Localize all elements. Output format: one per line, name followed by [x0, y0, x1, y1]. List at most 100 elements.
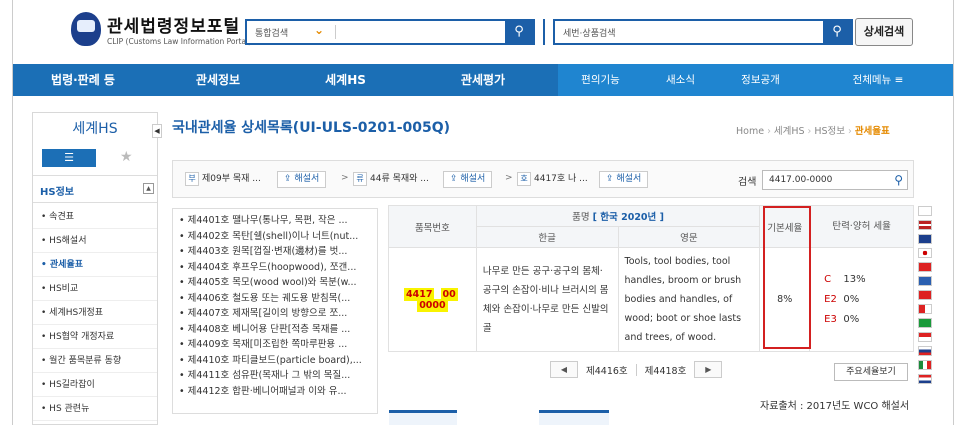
- chevron-left-icon[interactable]: ◀: [152, 124, 162, 138]
- chevron-up-icon[interactable]: ▲: [143, 183, 154, 194]
- source-note: 자료출처 : 2017년도 WCO 해설서: [760, 401, 910, 412]
- chevron-down-icon[interactable]: ⌄: [314, 23, 324, 37]
- part-explain-button[interactable]: ⇪ 해설서: [277, 171, 327, 188]
- list-item[interactable]: • 제4403호 원목[껍질·변재(邊材)를 벗...: [179, 244, 377, 260]
- list-item[interactable]: • 제4410호 파티클보드(particle board),...: [179, 353, 377, 369]
- flag-mexico-icon[interactable]: [918, 360, 932, 370]
- flag-canada-icon[interactable]: [918, 304, 932, 314]
- heading-list: • 제4401호 땔나무(통나무, 목편, 작은 ... • 제4402호 목탄…: [172, 208, 378, 414]
- korean-description: 나무로 만든 공구·공구의 몸체·공구의 손잡이·비나 브러시의 몸체와 손잡이…: [475, 247, 619, 352]
- nav-news[interactable]: 새소식: [643, 64, 718, 96]
- sidebar-item-world-hs-revision[interactable]: • 세계HS개정표: [33, 301, 157, 325]
- next-heading-button[interactable]: ▶: [694, 361, 723, 378]
- list-item[interactable]: • 제4402호 목탄[쉘(shell)이나 너트(nut...: [179, 229, 377, 245]
- detail-search-button[interactable]: 상세검색: [855, 18, 913, 46]
- list-item[interactable]: • 제4409호 목재[미조립한 쪽마루판용 ...: [179, 337, 377, 353]
- country-flags: [918, 206, 932, 388]
- flag-russia-icon[interactable]: [918, 346, 932, 356]
- flag-china-icon[interactable]: [918, 262, 932, 272]
- list-item[interactable]: • 제4401호 땔나무(통나무, 목편, 작은 ...: [179, 213, 377, 229]
- main-nav: 법령·판례 등 관세정보 세계HS 관세평가 편의기능 새소식 정보공개 전체메…: [13, 64, 953, 96]
- heading-explain-button[interactable]: ⇪ 해설서: [599, 171, 649, 188]
- col-english: 영문: [617, 226, 761, 248]
- col-flex-rate: 탄력·양허 세율: [809, 205, 914, 248]
- nav-disclosure[interactable]: 정보공개: [718, 64, 803, 96]
- nav-customs-valuation[interactable]: 관세평가: [408, 64, 558, 96]
- english-description: Tools, tool bodies, tool handles, broom …: [617, 247, 761, 352]
- star-icon[interactable]: ★: [120, 149, 133, 165]
- col-item-no: 품목번호: [388, 205, 477, 248]
- bottom-tabs: [389, 410, 609, 425]
- prev-heading-button[interactable]: ◀: [550, 361, 578, 378]
- table-row[interactable]: 4417 00 0000 나무로 만든 공구·공구의 몸체·공구의 손잡이·비나…: [388, 247, 914, 352]
- sidebar-item-hs-guide[interactable]: • HS길라잡이: [33, 373, 157, 397]
- col-name: 품명 [ 한국 2020년 ]: [475, 205, 761, 227]
- search-icon[interactable]: ⚲: [823, 21, 851, 43]
- list-item[interactable]: • 제4405호 목모(wood wool)와 목분(w...: [179, 275, 377, 291]
- flag-vietnam-icon[interactable]: [918, 290, 932, 300]
- part-selector[interactable]: 부 제09부 목재 ...: [185, 170, 261, 188]
- chapter-explain-button[interactable]: ⇪ 해설서: [443, 171, 493, 188]
- list-item[interactable]: • 제4407호 제재목[길이의 방향으로 쪼...: [179, 306, 377, 322]
- tab-1[interactable]: [389, 410, 457, 425]
- breadcrumb-world-hs[interactable]: 세계HS: [774, 126, 805, 137]
- flag-thailand-icon[interactable]: [918, 374, 932, 384]
- lang-year: [ 한국 2020년 ]: [592, 212, 664, 223]
- list-item[interactable]: • 제4404호 후프우드(hoopwood), 쪼갠...: [179, 260, 377, 276]
- list-item[interactable]: • 제4406호 철도용 또는 궤도용 받침목(...: [179, 291, 377, 307]
- search-icon[interactable]: ⚲: [894, 171, 903, 189]
- list-item[interactable]: • 제4412호 합판·베니어패널과 이와 유...: [179, 384, 377, 400]
- flex-rate-row[interactable]: C 13%: [824, 270, 913, 290]
- sidebar-item-tariff[interactable]: • 관세율표: [33, 253, 157, 277]
- hs-search-input[interactable]: 세번·상품검색: [563, 26, 616, 39]
- sidebar-title: 세계HS: [72, 121, 118, 137]
- site-logo[interactable]: 관세법령정보포털 CLIP (Customs Law Information P…: [71, 12, 251, 46]
- flag-usa-icon[interactable]: [918, 220, 932, 230]
- sidebar-item-quick-table[interactable]: • 속견표: [33, 205, 157, 229]
- integrated-search[interactable]: 통합검색 ⌄ ⚲: [245, 19, 535, 45]
- flex-rate-row[interactable]: E2 0%: [824, 290, 913, 310]
- key-rates-button[interactable]: 주요세율보기: [834, 363, 908, 381]
- tab-2[interactable]: [539, 410, 609, 425]
- flag-australia-icon[interactable]: [918, 234, 932, 244]
- tariff-table: 품목번호 품명 [ 한국 2020년 ] 기본세율 탄력·양허 세율 한글 영문…: [388, 205, 914, 352]
- search-icon[interactable]: ⚲: [505, 21, 533, 43]
- list-item[interactable]: • 제4411호 섬유판(목재나 그 밖의 목질...: [179, 368, 377, 384]
- sidebar-item-hs-explanatory[interactable]: • HS해설서: [33, 229, 157, 253]
- breadcrumb-current: 관세율표: [854, 126, 890, 137]
- nav-convenience[interactable]: 편의기능: [558, 64, 643, 96]
- breadcrumb: Home › 세계HS › HS정보 › 관세율표: [736, 126, 890, 137]
- hs-product-search[interactable]: 세번·상품검색 ⚲: [553, 19, 853, 45]
- flag-japan-icon[interactable]: [918, 248, 932, 258]
- flag-nz-icon[interactable]: [918, 276, 932, 286]
- next-heading-label[interactable]: 제4418호: [645, 363, 687, 377]
- sidebar-item-hs-convention[interactable]: • HS협약 개정자료: [33, 325, 157, 349]
- breadcrumb-hs-info[interactable]: HS정보: [814, 126, 845, 137]
- header: 관세법령정보포털 CLIP (Customs Law Information P…: [13, 0, 953, 64]
- flex-rate-row[interactable]: E3 0%: [824, 310, 913, 330]
- flag-korea-icon[interactable]: [918, 206, 932, 216]
- flag-brazil-icon[interactable]: [918, 318, 932, 328]
- sidebar-section-hs-info[interactable]: HS정보 ▲: [33, 175, 157, 203]
- sidebar-item-hs-news[interactable]: • HS 관련뉴: [33, 397, 157, 421]
- prev-heading-label[interactable]: 제4416호: [586, 363, 628, 377]
- nav-world-hs[interactable]: 세계HS: [283, 64, 408, 96]
- list-view-icon[interactable]: ☰: [42, 149, 96, 167]
- heading-selector[interactable]: 호 4417호 나 ...: [517, 170, 588, 188]
- nav-all-menu[interactable]: 전체메뉴 ≡: [803, 64, 953, 96]
- search-scope-select[interactable]: 통합검색: [255, 26, 288, 39]
- search-label: 검색: [738, 177, 757, 188]
- sidebar-item-hs-compare[interactable]: • HS비교: [33, 277, 157, 301]
- chapter-selector[interactable]: 류 44류 목재와 ...: [353, 170, 429, 188]
- page-title: 국내관세율 상세목록(UI-ULS-0201-005Q): [172, 120, 451, 136]
- hs-code-search-input[interactable]: 4417.00-0000 ⚲: [762, 170, 908, 190]
- list-item[interactable]: • 제4408호 베니어용 단판[적층 목재를 ...: [179, 322, 377, 338]
- col-korean: 한글: [475, 226, 619, 248]
- nav-customs-info[interactable]: 관세정보: [153, 64, 283, 96]
- sidebar-item-monthly-trend[interactable]: • 월간 품목분류 동향: [33, 349, 157, 373]
- breadcrumb-home[interactable]: Home: [736, 126, 764, 137]
- flag-indonesia-icon[interactable]: [918, 332, 932, 342]
- customs-emblem-icon: [71, 12, 101, 46]
- nav-laws[interactable]: 법령·판례 등: [13, 64, 153, 96]
- classification-toolbar: 부 제09부 목재 ... ⇪ 해설서 > 류 44류 목재와 ... ⇪ 해설서 …: [172, 160, 914, 198]
